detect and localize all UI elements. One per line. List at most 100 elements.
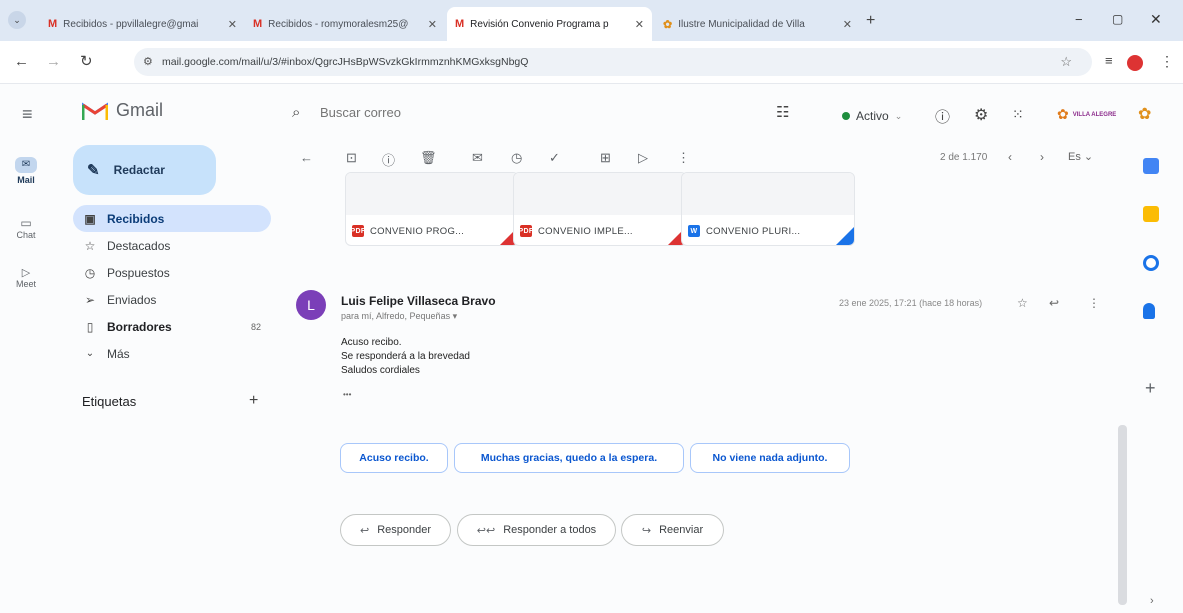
sidebar-item-enviados[interactable]: ➢ Enviados <box>73 286 271 313</box>
rail-mail[interactable]: ✉ Mail <box>8 157 44 185</box>
draft-count: 82 <box>250 321 261 332</box>
smart-reply-chip[interactable]: Acuso recibo. <box>340 443 448 473</box>
add-task-icon[interactable]: ✓ <box>549 150 560 166</box>
browser-tab[interactable]: ✿ Ilustre Municipalidad de Villa ✕ <box>655 7 860 41</box>
close-icon[interactable]: ✕ <box>629 18 644 31</box>
close-icon[interactable]: ✕ <box>222 18 237 31</box>
more-icon[interactable]: ⋮ <box>1088 296 1100 310</box>
profile-avatar[interactable] <box>1127 55 1143 71</box>
gmail-m-icon <box>82 102 108 120</box>
archive-icon[interactable]: ⊡ <box>346 150 357 166</box>
compose-label: Redactar <box>113 163 165 177</box>
label-icon[interactable]: ▷ <box>638 150 648 166</box>
rail-meet[interactable]: ▷ Meet <box>8 266 44 289</box>
show-trimmed-content[interactable]: ••• <box>343 390 351 399</box>
chevron-down-icon: ⌄ <box>85 348 95 359</box>
keep-icon[interactable] <box>1143 206 1159 222</box>
contacts-icon[interactable] <box>1143 303 1155 319</box>
sidebar-item-mas[interactable]: ⌄ Más <box>73 340 271 367</box>
apps-grid-icon[interactable]: ⁙ <box>1012 106 1024 123</box>
bookmark-star-icon[interactable]: ☆ <box>1060 54 1072 70</box>
compose-button[interactable]: ✎ Redactar <box>73 145 216 195</box>
delete-icon[interactable]: 🗑 <box>420 150 437 166</box>
pdf-icon: PDF <box>519 225 533 237</box>
new-tab-button[interactable]: + <box>866 12 875 30</box>
snooze-icon[interactable]: ◷ <box>511 150 522 166</box>
minimize-icon[interactable]: − <box>1075 12 1083 27</box>
get-addons-icon[interactable]: + <box>1145 378 1156 399</box>
attachment-card[interactable]: W CONVENIO PLURI... <box>681 172 855 246</box>
tab-search-button[interactable]: ⌄ <box>8 11 26 29</box>
previous-icon[interactable]: ‹ <box>1008 150 1012 164</box>
extensions-icon[interactable]: ≡ <box>1105 53 1113 68</box>
attachment-name: CONVENIO IMPLE... <box>538 225 633 237</box>
sidebar-item-destacados[interactable]: ☆ Destacados <box>73 232 271 259</box>
tab-title: Recibidos - ppvillalegre@gmai <box>63 18 199 30</box>
gmail-favicon: M <box>48 18 58 30</box>
sender-avatar[interactable]: L <box>296 290 326 320</box>
search-options-icon[interactable]: ☷ <box>776 103 789 121</box>
forward-button[interactable]: ↪ Reenviar <box>621 514 724 546</box>
search-input[interactable] <box>318 104 702 121</box>
site-info-icon[interactable]: ⚙ <box>143 55 153 68</box>
forward-icon[interactable]: → <box>46 53 61 70</box>
browser-tab[interactable]: M Recibidos - ppvillalegre@gmai ✕ <box>40 7 245 41</box>
recipients[interactable]: para mí, Alfredo, Pequeñas ▾ <box>341 311 457 322</box>
next-icon[interactable]: › <box>1040 150 1044 164</box>
main-menu-icon[interactable]: ≡ <box>22 104 33 125</box>
reply-all-icon: ↩↩ <box>476 524 496 537</box>
search-icon[interactable]: ⌕ <box>292 104 300 121</box>
word-icon: W <box>688 225 700 237</box>
chevron-down-icon: ▾ <box>452 311 458 321</box>
video-icon: ▷ <box>21 267 31 279</box>
browser-tab-active[interactable]: M Revisión Convenio Programa p ✕ <box>447 7 652 41</box>
browser-tab[interactable]: M Recibidos - romymoralesm25@ ✕ <box>245 7 445 41</box>
reload-icon[interactable]: ↻ <box>80 52 93 70</box>
sender-name[interactable]: Luis Felipe Villaseca Bravo <box>341 294 496 308</box>
calendar-icon[interactable] <box>1143 158 1159 174</box>
smart-reply-chip[interactable]: Muchas gracias, quedo a la espera. <box>454 443 684 473</box>
back-icon[interactable]: ← <box>14 53 29 70</box>
mark-unread-icon[interactable]: ✉ <box>472 150 483 166</box>
attachment-card[interactable]: PDF CONVENIO PROG... <box>345 172 519 246</box>
gmail-logo[interactable]: Gmail <box>82 100 163 121</box>
browser-menu-icon[interactable]: ⋮ <box>1160 53 1174 70</box>
sidebar-item-pospuestos[interactable]: ◷ Pospuestos <box>73 259 271 286</box>
org-logo-text: VILLA ALEGRE <box>1072 111 1117 118</box>
search-bar[interactable]: ⌕ ☷ <box>282 94 832 138</box>
close-window-icon[interactable]: ✕ <box>1150 11 1162 28</box>
send-icon: ➢ <box>84 292 96 307</box>
tasks-icon[interactable] <box>1143 255 1159 271</box>
account-avatar[interactable]: ✿ <box>1138 104 1151 124</box>
reply-all-button[interactable]: ↩↩ Responder a todos <box>457 514 616 546</box>
more-options-icon[interactable]: ⋮ <box>677 150 690 166</box>
rail-chat[interactable]: ▭ Chat <box>8 216 44 240</box>
smart-reply-chip[interactable]: No viene nada adjunto. <box>690 443 850 473</box>
flower-logo-icon: ✿ <box>1057 106 1069 122</box>
close-icon[interactable]: ✕ <box>837 18 852 31</box>
gear-icon[interactable]: ⚙ <box>974 105 988 125</box>
attachment-corner <box>834 225 854 245</box>
star-icon: ☆ <box>84 238 96 253</box>
back-to-inbox-icon[interactable]: ← <box>300 150 313 165</box>
scrollbar-thumb[interactable] <box>1118 425 1127 605</box>
reply-icon: ↩ <box>359 524 370 537</box>
close-icon[interactable]: ✕ <box>422 18 437 31</box>
sidebar-item-recibidos[interactable]: ▣ Recibidos <box>73 205 271 232</box>
url-field[interactable]: ⚙ mail.google.com/mail/u/3/#inbox/QgrcJH… <box>134 48 1092 76</box>
add-label-button[interactable]: + <box>249 392 258 410</box>
sidebar-item-borradores[interactable]: ▯ Borradores 82 <box>73 313 271 340</box>
maximize-icon[interactable]: ▢ <box>1112 12 1123 26</box>
help-icon[interactable]: ⓘ <box>935 106 950 127</box>
report-spam-icon[interactable]: ⓘ <box>382 150 395 169</box>
status-selector[interactable]: Activo ⌄ <box>842 109 902 123</box>
reply-button[interactable]: ↩ Responder <box>340 514 451 546</box>
expand-panel-icon[interactable]: › <box>1150 595 1154 607</box>
reply-icon[interactable]: ↩ <box>1049 296 1059 310</box>
move-to-icon[interactable]: ⊞ <box>600 150 611 166</box>
attachment-preview <box>514 173 686 215</box>
star-icon[interactable]: ☆ <box>1017 296 1028 310</box>
language-selector[interactable]: Es ⌄ <box>1068 150 1093 163</box>
draft-icon: ▯ <box>86 319 94 334</box>
attachment-card[interactable]: PDF CONVENIO IMPLE... <box>513 172 687 246</box>
